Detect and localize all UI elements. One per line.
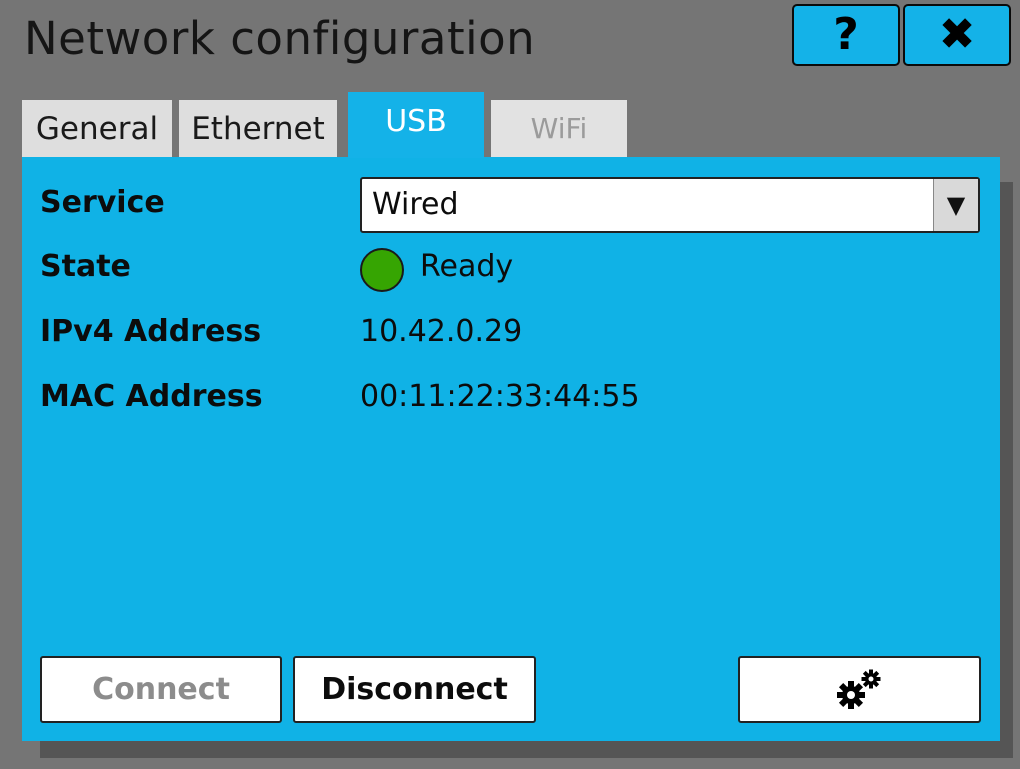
state-label: State — [40, 249, 131, 284]
usb-panel: Service Wired ▼ State Ready IPv4 Address… — [22, 157, 1000, 741]
connect-button[interactable]: Connect — [40, 656, 282, 723]
settings-button[interactable] — [738, 656, 981, 723]
tab-usb[interactable]: USB — [348, 92, 484, 158]
ipv4-label: IPv4 Address — [40, 314, 262, 349]
dropdown-arrow-icon[interactable]: ▼ — [933, 179, 978, 231]
window-title: Network configuration — [24, 12, 536, 65]
tab-wifi: WiFi — [491, 100, 627, 157]
help-button[interactable]: ? — [792, 4, 900, 66]
mac-value: 00:11:22:33:44:55 — [360, 379, 640, 414]
status-indicator-icon — [360, 248, 404, 292]
state-value: Ready — [420, 249, 514, 284]
help-icon: ? — [833, 9, 859, 60]
service-value: Wired — [372, 187, 459, 222]
mac-label: MAC Address — [40, 379, 263, 414]
ipv4-value: 10.42.0.29 — [360, 314, 523, 349]
service-dropdown[interactable]: Wired ▼ — [360, 177, 980, 233]
service-label: Service — [40, 185, 165, 220]
tab-general[interactable]: General — [22, 100, 172, 157]
tab-ethernet[interactable]: Ethernet — [179, 100, 337, 157]
gears-icon — [836, 669, 880, 709]
close-icon: ✖ — [938, 9, 976, 60]
close-button[interactable]: ✖ — [903, 4, 1011, 66]
disconnect-button[interactable]: Disconnect — [293, 656, 536, 723]
